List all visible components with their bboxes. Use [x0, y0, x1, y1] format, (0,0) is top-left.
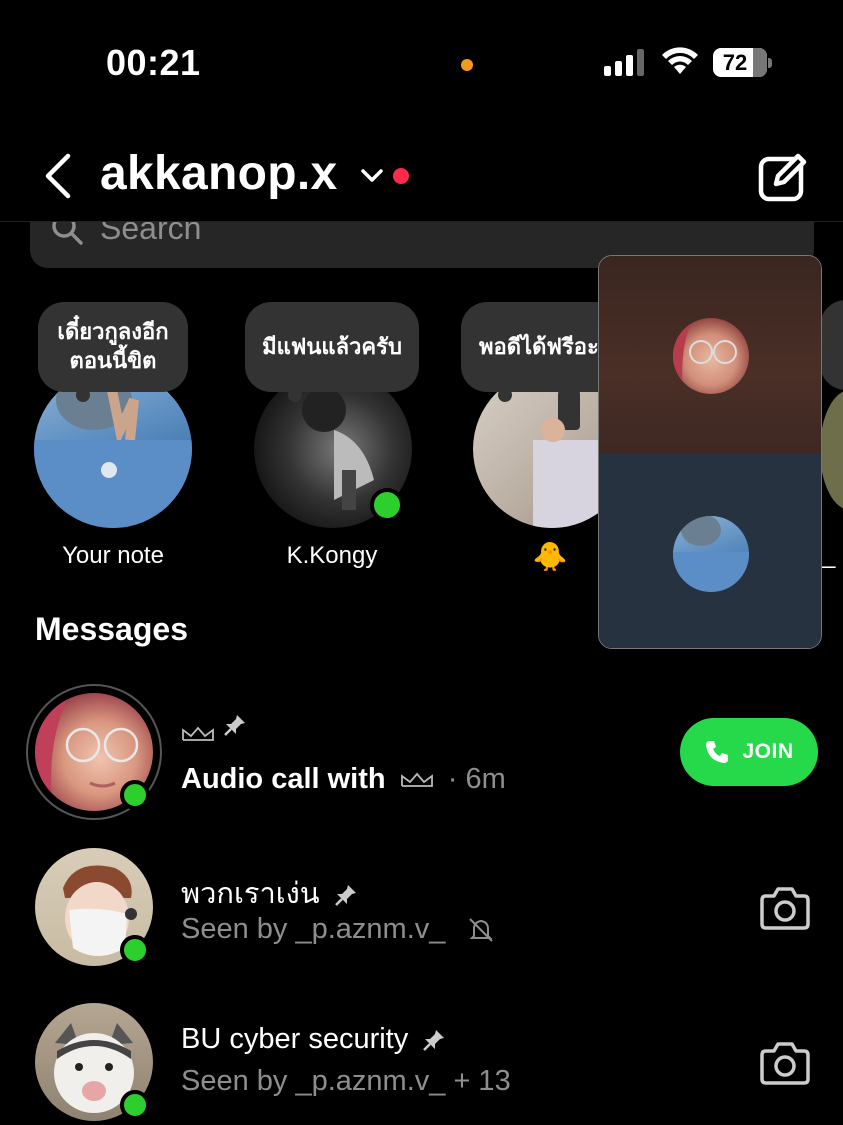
camera-icon[interactable]: [760, 1039, 810, 1085]
crown-icon: [400, 772, 433, 788]
join-call-button[interactable]: JOIN: [680, 718, 818, 786]
note-kkongy[interactable]: มีแฟนแล้วครับ K.Kongy: [220, 300, 440, 580]
conversation-subtitle: Audio call with · 6m: [181, 763, 506, 796]
call-participant-tile: [599, 454, 821, 648]
status-bar: 00:21 72: [0, 0, 843, 120]
conversation-name-row: [181, 715, 247, 754]
notification-dot: [393, 168, 409, 184]
call-preview-window[interactable]: [598, 255, 822, 649]
conversation-name: BU cyber security: [181, 1023, 446, 1056]
online-indicator: [120, 1090, 150, 1120]
note-bubble: เดี๋ยวกูลงอีก ตอนนี้ขิต: [38, 302, 188, 392]
battery-cap: [768, 58, 772, 68]
compose-icon[interactable]: [756, 150, 810, 204]
status-time: 00:21: [106, 42, 201, 83]
online-indicator: [120, 780, 150, 810]
conversation-subtitle: Seen by _p.aznm.v_ + 13: [181, 1065, 511, 1097]
battery-icon: 72: [713, 48, 767, 77]
app-header: akkanop.x: [0, 130, 843, 222]
pin-icon: [423, 1030, 445, 1052]
wifi-icon: [662, 47, 698, 74]
phone-icon: [706, 741, 729, 763]
pin-icon: [224, 715, 246, 736]
messages-heading: Messages: [35, 611, 188, 647]
chevron-down-icon[interactable]: [360, 166, 384, 186]
conversation-title: พวกเราเง่น: [181, 878, 320, 910]
note-bubble: มีแฟนแล้วครับ: [245, 302, 419, 392]
avatar: [673, 516, 749, 592]
conversation-title: BU cyber security: [181, 1023, 409, 1055]
muted-bell-icon: [469, 918, 494, 943]
signal-icon: [604, 48, 648, 76]
bubble-tail: [498, 388, 512, 402]
list-item[interactable]: พวกเราเง่น Seen by _p.aznm.v_: [0, 840, 843, 980]
call-participant-tile: [599, 256, 821, 454]
bubble-tail: [288, 388, 302, 402]
avatar: [34, 370, 192, 528]
note-name: Your note: [62, 542, 164, 569]
back-icon[interactable]: [40, 150, 80, 202]
note-name: K.Kongy: [286, 542, 378, 569]
list-item[interactable]: BU cyber security Seen by _p.aznm.v_ + 1…: [0, 995, 843, 1125]
bubble-tail: [76, 388, 90, 402]
note-your-note[interactable]: เดี๋ยวกูลงอีก ตอนนี้ขิต Your note: [0, 300, 220, 580]
online-indicator: [370, 488, 404, 522]
crown-icon: [182, 726, 214, 741]
join-label: JOIN: [742, 740, 794, 763]
conversation-name: พวกเราเง่น: [181, 870, 358, 916]
camera-icon[interactable]: [760, 884, 810, 930]
seen-status: Seen by _p.aznm.v_: [181, 913, 446, 945]
avatar: [673, 318, 749, 394]
privacy-indicator-dot: [461, 59, 473, 71]
pin-icon: [334, 885, 356, 907]
call-label: Audio call with: [181, 763, 386, 795]
battery-level: 72: [722, 49, 748, 75]
online-indicator: [120, 935, 150, 965]
conversation-subtitle: Seen by _p.aznm.v_: [181, 913, 495, 946]
account-username[interactable]: akkanop.x: [100, 146, 337, 201]
timestamp: · 6m: [447, 763, 506, 795]
